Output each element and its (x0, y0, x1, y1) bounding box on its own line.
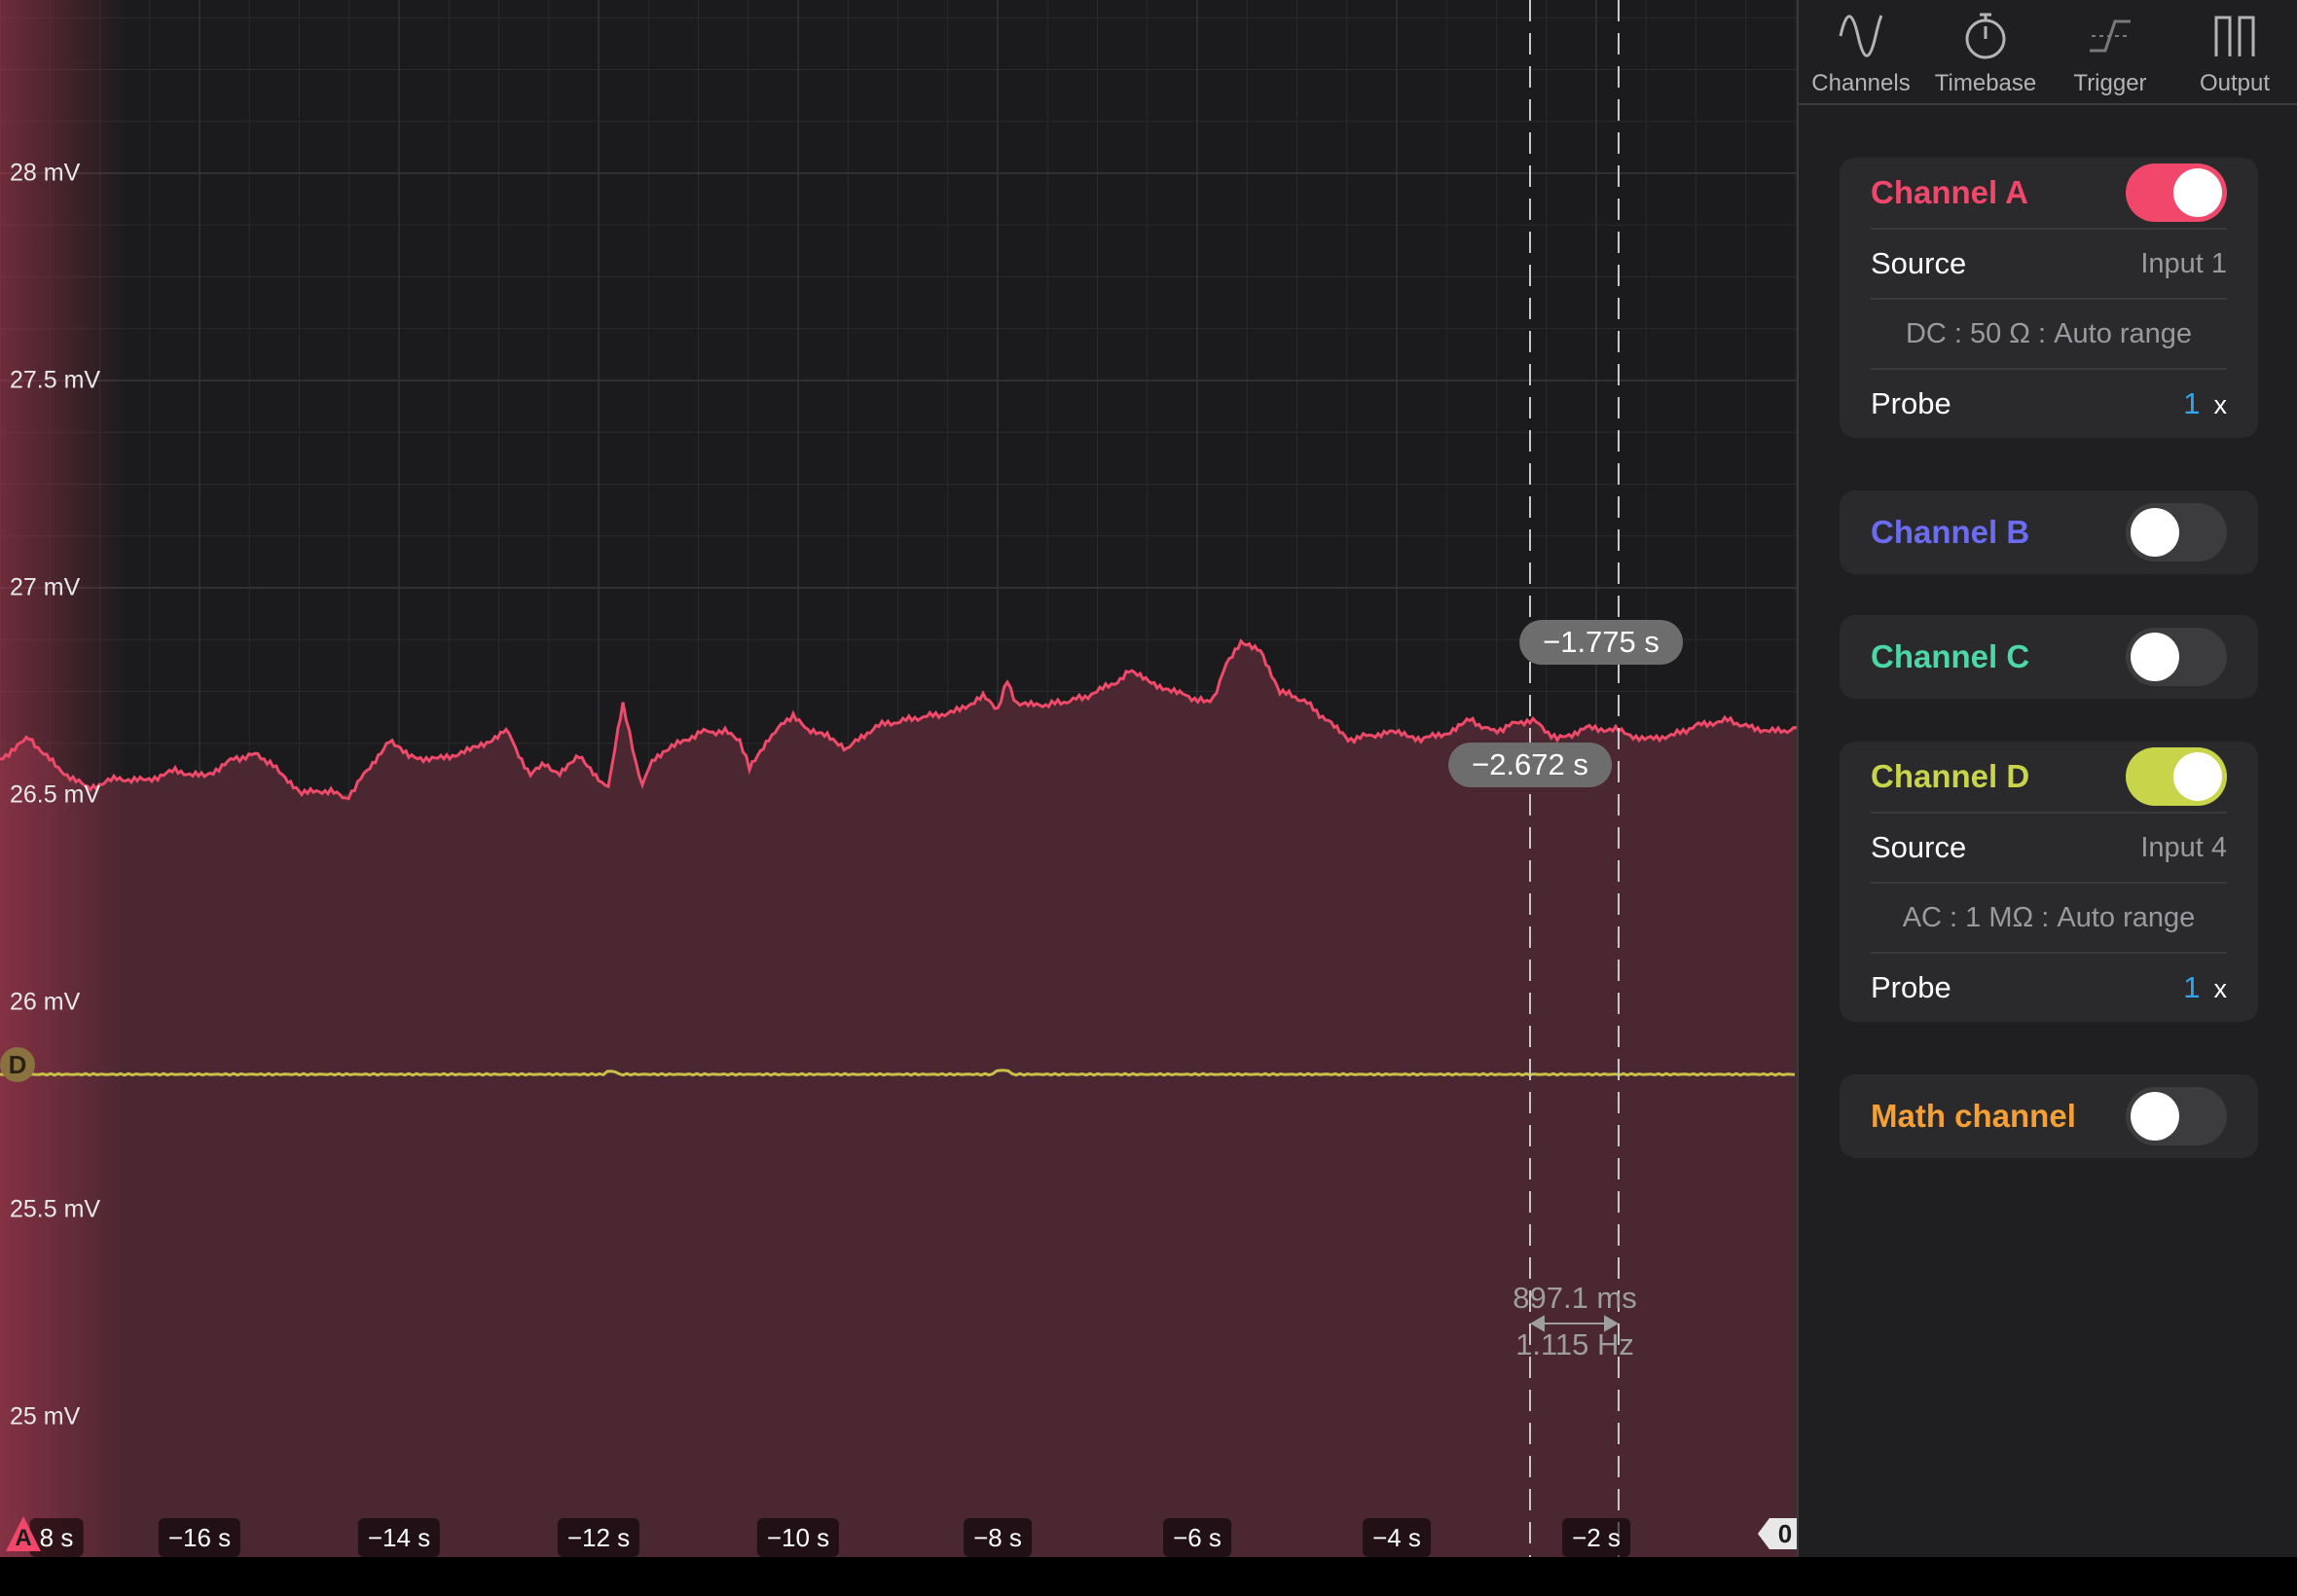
y-axis-label: 25.5 mV (10, 1195, 101, 1223)
channel-a-coupling-row[interactable]: DC : 50 Ω : Auto range (1871, 298, 2227, 368)
toggle-knob (2131, 508, 2179, 557)
source-label: Source (1871, 830, 1967, 864)
math-channel-toggle[interactable] (2126, 1087, 2227, 1145)
probe-label: Probe (1871, 970, 1951, 1004)
source-label: Source (1871, 246, 1967, 280)
channel-d-title: Channel D (1871, 758, 2030, 794)
x-axis-label: −12 s (557, 1518, 640, 1557)
settings-panel: Channels Timebase Trigger Output Channel… (1797, 0, 2297, 1557)
channel-c-toggle[interactable] (2126, 628, 2227, 686)
cursor-2-readout[interactable]: −1.775 s (1519, 620, 1683, 665)
x-axis-label: −6 s (1163, 1518, 1231, 1557)
channel-d-offset-marker[interactable]: D (0, 1047, 35, 1082)
channel-d-header: Channel D (1871, 742, 2227, 812)
source-value: Input 1 (2140, 247, 2227, 279)
y-axis-label: 26.5 mV (10, 780, 101, 809)
x-axis-label: −16 s (158, 1518, 241, 1557)
tab-channels[interactable]: Channels (1799, 0, 1923, 103)
tab-label: Output (2199, 70, 2271, 96)
probe-number: 1 (2183, 970, 2201, 1004)
channel-b-title: Channel B (1871, 514, 2030, 550)
probe-unit: x (2213, 390, 2228, 419)
coupling-value: AC : 1 MΩ : Auto range (1902, 901, 2196, 933)
toggle-knob (2131, 1092, 2179, 1141)
trigger-edge-icon (2090, 19, 2131, 53)
probe-value[interactable]: 1x (2183, 970, 2227, 1005)
y-axis-label: 27 mV (10, 573, 81, 601)
tab-label: Timebase (1934, 70, 2037, 96)
x-axis-label: −4 s (1363, 1518, 1431, 1557)
y-axis-label: 26 mV (10, 988, 81, 1016)
math-channel-header: Math channel (1871, 1074, 2227, 1158)
oscilloscope-app: 28 mV 27.5 mV 27 mV 26.5 mV 26 mV 25.5 m… (0, 0, 2297, 1596)
channel-d-card: Channel D Source Input 4 AC : 1 MΩ : Aut… (1840, 742, 2258, 1022)
trigger-position-marker[interactable]: 0 (1758, 1514, 1797, 1553)
channel-b-card: Channel B (1840, 490, 2258, 574)
channel-c-header: Channel C (1871, 615, 2227, 699)
channel-a-header: Channel A (1871, 158, 2227, 228)
x-axis-label: −2 s (1562, 1518, 1630, 1557)
source-value: Input 4 (2140, 831, 2227, 863)
tab-label: Trigger (2073, 70, 2147, 96)
tab-trigger[interactable]: Trigger (2048, 0, 2172, 103)
tab-label: Channels (1811, 70, 1911, 96)
channel-b-header: Channel B (1871, 490, 2227, 574)
channel-a-card: Channel A Source Input 1 DC : 50 Ω : Aut… (1840, 158, 2258, 438)
toggle-knob (2173, 168, 2222, 217)
x-axis-label: −14 s (357, 1518, 441, 1557)
trigger-marker-label: 0 (1777, 1518, 1793, 1548)
stopwatch-icon (1965, 13, 2006, 59)
channel-c-card: Channel C (1840, 615, 2258, 699)
toggle-knob (2131, 633, 2179, 681)
tab-bar: Channels Timebase Trigger Output (1799, 0, 2297, 105)
square-wave-icon (2214, 16, 2255, 56)
probe-value[interactable]: 1x (2183, 386, 2227, 421)
probe-unit: x (2213, 974, 2228, 1003)
sine-wave-icon (1839, 15, 1883, 57)
coupling-value: DC : 50 Ω : Auto range (1905, 317, 2193, 349)
channel-a-toggle[interactable] (2126, 163, 2227, 222)
scope-display[interactable]: 28 mV 27.5 mV 27 mV 26.5 mV 26 mV 25.5 m… (0, 0, 1797, 1557)
toggle-knob (2173, 752, 2222, 801)
channel-a-source-row[interactable]: Source Input 1 (1871, 228, 2227, 298)
tab-timebase[interactable]: Timebase (1923, 0, 2048, 103)
math-channel-card: Math channel (1840, 1074, 2258, 1158)
y-axis-label: 28 mV (10, 159, 81, 187)
y-axis-label: 27.5 mV (10, 366, 101, 394)
channel-c-title: Channel C (1871, 638, 2030, 674)
delta-time-readout: 897.1 ms (1513, 1281, 1637, 1315)
probe-label: Probe (1871, 386, 1951, 420)
bottom-bar (0, 1557, 2297, 1596)
channel-a-trigger-marker[interactable]: A (6, 1516, 41, 1551)
delta-frequency-readout: 1.115 Hz (1515, 1327, 1634, 1361)
channel-d-toggle[interactable] (2126, 747, 2227, 806)
channel-d-coupling-row[interactable]: AC : 1 MΩ : Auto range (1871, 882, 2227, 952)
channel-a-probe-row[interactable]: Probe 1x (1871, 368, 2227, 438)
channel-d-source-row[interactable]: Source Input 4 (1871, 812, 2227, 882)
channel-a-marker-label: A (15, 1525, 32, 1551)
math-channel-title: Math channel (1871, 1098, 2076, 1134)
y-axis-label: 25 mV (10, 1402, 81, 1431)
probe-number: 1 (2183, 386, 2201, 420)
cursor-1-readout[interactable]: −2.672 s (1448, 743, 1612, 787)
x-axis-label: −10 s (756, 1518, 840, 1557)
x-axis-label: −8 s (964, 1518, 1032, 1557)
tab-output[interactable]: Output (2172, 0, 2297, 103)
channel-a-title: Channel A (1871, 174, 2028, 210)
channel-b-toggle[interactable] (2126, 503, 2227, 562)
channel-d-probe-row[interactable]: Probe 1x (1871, 952, 2227, 1022)
